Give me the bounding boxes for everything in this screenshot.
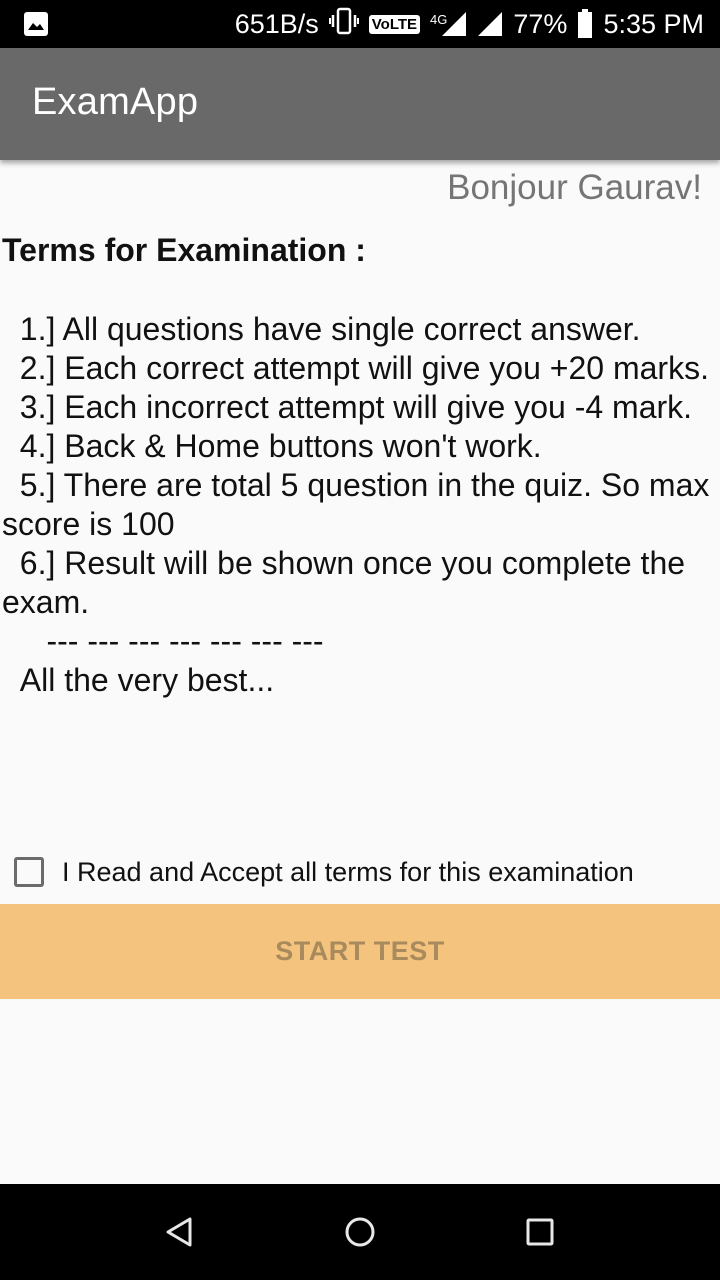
volte-badge: VoLTE bbox=[368, 14, 421, 34]
app-bar: ExamApp bbox=[0, 48, 720, 160]
back-icon[interactable] bbox=[162, 1214, 198, 1250]
battery-icon bbox=[578, 9, 593, 38]
vibrate-icon bbox=[328, 7, 359, 42]
home-icon[interactable] bbox=[342, 1214, 378, 1250]
accept-terms-checkbox[interactable] bbox=[14, 857, 44, 887]
gallery-notification-icon bbox=[24, 12, 48, 36]
greeting-text: Bonjour Gaurav! bbox=[447, 168, 702, 207]
app-title: ExamApp bbox=[32, 81, 199, 123]
clock: 5:35 PM bbox=[603, 8, 704, 39]
terms-body: 1.] All questions have single correct an… bbox=[2, 311, 710, 698]
navigation-bar bbox=[0, 1184, 720, 1280]
recents-icon[interactable] bbox=[522, 1214, 558, 1250]
status-bar: 651B/s VoLTE 4G 77% 5:35 PM bbox=[0, 0, 720, 48]
signal-icon-2 bbox=[478, 12, 503, 36]
accept-terms-label[interactable]: I Read and Accept all terms for this exa… bbox=[62, 857, 634, 888]
network-speed: 651B/s bbox=[234, 8, 319, 39]
network-type: 4G bbox=[430, 12, 448, 27]
start-test-button[interactable]: START TEST bbox=[0, 904, 720, 999]
status-indicators: 651B/s VoLTE 4G 77% 5:35 PM bbox=[235, 0, 704, 48]
terms-heading: Terms for Examination : bbox=[2, 232, 366, 268]
battery-percentage: 77% bbox=[513, 8, 568, 39]
accept-terms-row[interactable]: I Read and Accept all terms for this exa… bbox=[14, 852, 634, 892]
